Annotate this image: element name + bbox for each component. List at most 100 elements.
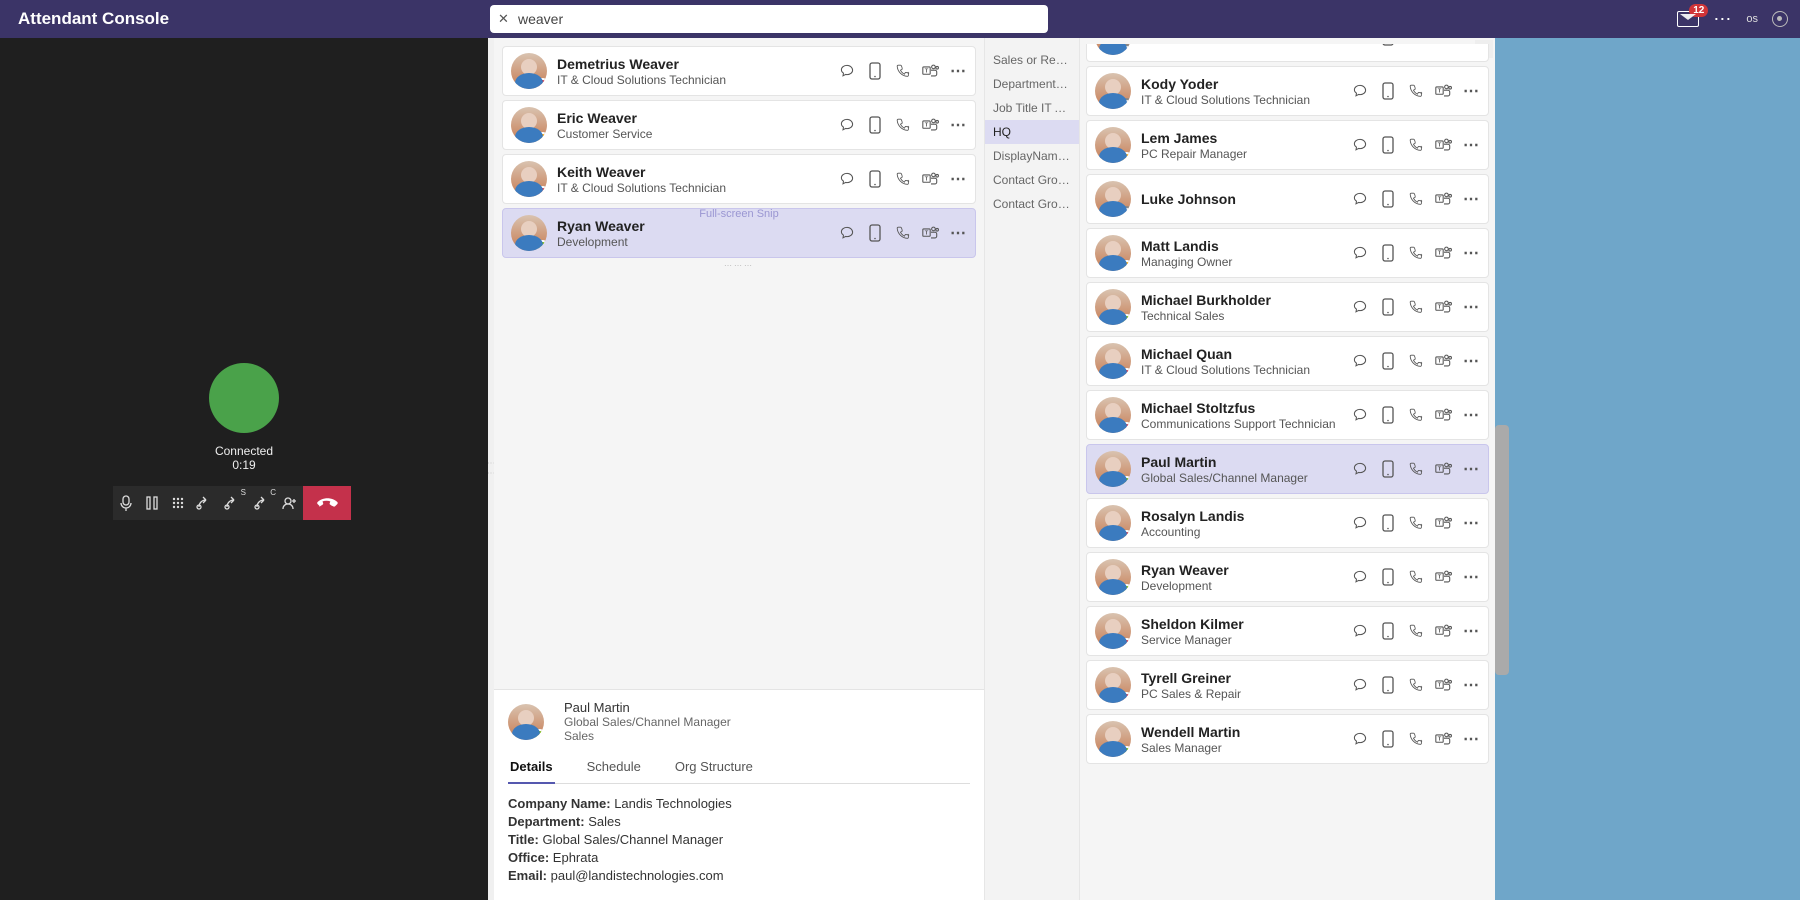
teams-icon[interactable]: T: [922, 170, 940, 188]
chat-icon[interactable]: [1351, 676, 1369, 694]
teams-icon[interactable]: T: [1435, 460, 1453, 478]
contact-row[interactable]: Wendell Martin Sales Manager T ⋯: [1086, 714, 1489, 764]
phone-icon[interactable]: [894, 170, 912, 188]
chat-icon[interactable]: [1351, 730, 1369, 748]
chat-icon[interactable]: [1351, 622, 1369, 640]
teams-icon[interactable]: T: [1435, 568, 1453, 586]
more-icon[interactable]: ⋯: [1463, 405, 1480, 425]
chat-icon[interactable]: [838, 62, 856, 80]
mobile-icon[interactable]: [1379, 352, 1397, 370]
contact-row[interactable]: Eric Weaver Customer Service T ⋯: [502, 100, 976, 150]
mobile-icon[interactable]: [1379, 190, 1397, 208]
phone-icon[interactable]: [1407, 244, 1425, 262]
chat-icon[interactable]: [838, 224, 856, 242]
more-icon[interactable]: ⋯: [1463, 351, 1480, 371]
mobile-icon[interactable]: [866, 62, 884, 80]
phone-icon[interactable]: [1407, 406, 1425, 424]
filter-item[interactable]: HQ: [985, 120, 1079, 144]
filter-item[interactable]: Contact Group1: [985, 168, 1079, 192]
phone-icon[interactable]: [1407, 514, 1425, 532]
contact-row[interactable]: Full-screen Snip Ryan Weaver Development…: [502, 208, 976, 258]
more-icon[interactable]: ⋯: [1463, 135, 1480, 155]
mobile-icon[interactable]: [1379, 136, 1397, 154]
more-icon[interactable]: ⋯: [950, 115, 967, 135]
mute-button[interactable]: [113, 486, 139, 520]
more-icon[interactable]: ⋯: [1463, 621, 1480, 641]
contact-row[interactable]: Tyrell Greiner PC Sales & Repair T ⋯: [1086, 660, 1489, 710]
contact-row[interactable]: Michael Stoltzfus Communications Support…: [1086, 390, 1489, 440]
teams-icon[interactable]: T: [1435, 190, 1453, 208]
contact-row[interactable]: Michael Quan IT & Cloud Solutions Techni…: [1086, 336, 1489, 386]
chat-icon[interactable]: [1351, 298, 1369, 316]
more-icon[interactable]: ⋯: [1463, 459, 1480, 479]
tab-org structure[interactable]: Org Structure: [673, 753, 755, 783]
mobile-icon[interactable]: [1379, 298, 1397, 316]
chat-icon[interactable]: [1351, 460, 1369, 478]
phone-icon[interactable]: [894, 116, 912, 134]
contact-row[interactable]: Keith Weaver IT & Cloud Solutions Techni…: [502, 154, 976, 204]
teams-icon[interactable]: T: [922, 116, 940, 134]
more-icon[interactable]: ⋯: [1463, 44, 1480, 47]
filter-item[interactable]: Sales or Retail ...: [985, 48, 1079, 72]
more-icon[interactable]: ⋯: [1463, 513, 1480, 533]
filter-item[interactable]: DisplayName ...: [985, 144, 1079, 168]
phone-icon[interactable]: [1407, 730, 1425, 748]
teams-icon[interactable]: T: [922, 224, 940, 242]
tab-schedule[interactable]: Schedule: [585, 753, 643, 783]
phone-icon[interactable]: [894, 224, 912, 242]
mobile-icon[interactable]: [866, 116, 884, 134]
more-icon[interactable]: ⋯: [1463, 81, 1480, 101]
mobile-icon[interactable]: [1379, 676, 1397, 694]
chat-icon[interactable]: [838, 170, 856, 188]
more-icon[interactable]: ⋯: [1463, 189, 1480, 209]
contact-row[interactable]: Michael Burkholder Technical Sales T ⋯: [1086, 282, 1489, 332]
mobile-icon[interactable]: [1379, 44, 1397, 46]
header-presence-icon[interactable]: [1772, 11, 1788, 27]
more-icon[interactable]: ⋯: [1463, 297, 1480, 317]
teams-icon[interactable]: T: [1435, 244, 1453, 262]
teams-icon[interactable]: T: [1435, 406, 1453, 424]
contact-row[interactable]: Sheldon Kilmer Service Manager T ⋯: [1086, 606, 1489, 656]
more-icon[interactable]: ⋯: [950, 223, 967, 243]
contact-row[interactable]: Paul Martin Global Sales/Channel Manager…: [1086, 444, 1489, 494]
contact-row[interactable]: Demetrius Weaver IT & Cloud Solutions Te…: [502, 46, 976, 96]
hold-button[interactable]: [139, 486, 165, 520]
mobile-icon[interactable]: [866, 224, 884, 242]
more-icon[interactable]: ⋯: [1463, 675, 1480, 695]
teams-icon[interactable]: T: [1435, 44, 1453, 46]
chat-icon[interactable]: [1351, 190, 1369, 208]
contact-row[interactable]: Kody Yoder IT & Cloud Solutions Technici…: [1086, 66, 1489, 116]
tab-details[interactable]: Details: [508, 753, 555, 784]
teams-icon[interactable]: T: [1435, 514, 1453, 532]
add-participant-button[interactable]: [277, 486, 303, 520]
teams-icon[interactable]: T: [1435, 622, 1453, 640]
clear-search-icon[interactable]: ✕: [498, 11, 510, 27]
teams-icon[interactable]: T: [922, 62, 940, 80]
search-box[interactable]: ✕: [490, 5, 1048, 33]
phone-icon[interactable]: [1407, 44, 1425, 46]
chat-icon[interactable]: [1351, 244, 1369, 262]
chat-icon[interactable]: [1351, 568, 1369, 586]
phone-icon[interactable]: [1407, 82, 1425, 100]
app-scrollbar-thumb[interactable]: [1495, 425, 1509, 675]
horizontal-splitter[interactable]: ⋯⋯⋯: [494, 262, 984, 268]
chat-icon[interactable]: [1351, 406, 1369, 424]
chat-icon[interactable]: [1351, 136, 1369, 154]
hangup-button[interactable]: [303, 486, 351, 520]
contact-row[interactable]: IT & Microsoft Cloud Specialist T ⋯: [1086, 44, 1489, 62]
mobile-icon[interactable]: [1379, 622, 1397, 640]
phone-icon[interactable]: [1407, 568, 1425, 586]
phone-icon[interactable]: [1407, 676, 1425, 694]
teams-icon[interactable]: T: [1435, 676, 1453, 694]
mobile-icon[interactable]: [1379, 244, 1397, 262]
chat-icon[interactable]: [1351, 44, 1369, 46]
dialpad-button[interactable]: [165, 486, 191, 520]
chat-icon[interactable]: [838, 116, 856, 134]
teams-icon[interactable]: T: [1435, 352, 1453, 370]
mobile-icon[interactable]: [1379, 568, 1397, 586]
more-icon[interactable]: ⋯: [1463, 729, 1480, 749]
contact-row[interactable]: Lem James PC Repair Manager T ⋯: [1086, 120, 1489, 170]
phone-icon[interactable]: [1407, 298, 1425, 316]
phone-icon[interactable]: [1407, 460, 1425, 478]
mobile-icon[interactable]: [1379, 514, 1397, 532]
